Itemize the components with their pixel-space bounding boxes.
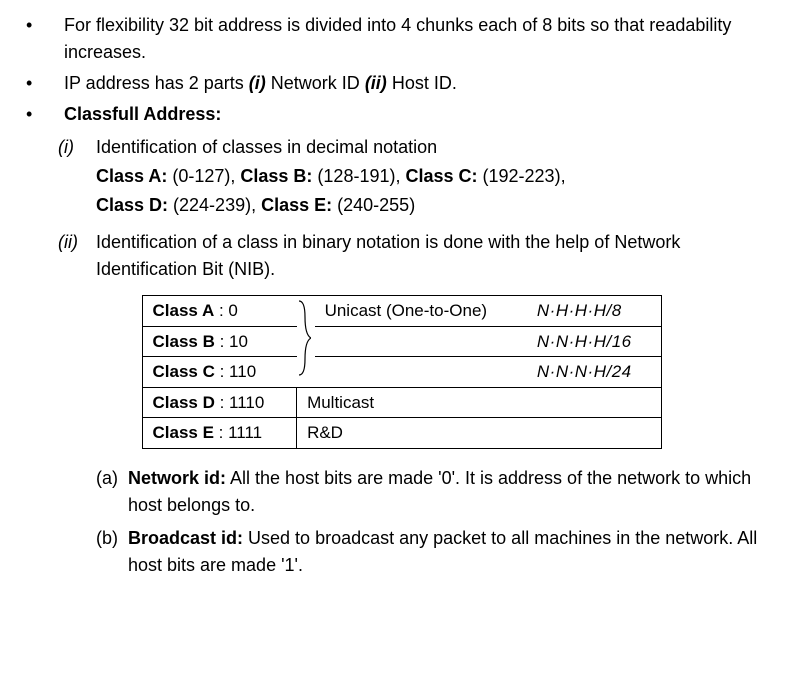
- class-ranges-line: Class A: (0-127), Class B: (128-191), Cl…: [96, 163, 783, 190]
- class-label: Class C:: [405, 166, 477, 186]
- bullet-text: For flexibility 32 bit address is divide…: [64, 12, 783, 66]
- alpha-text: Network id: All the host bits are made '…: [128, 465, 783, 519]
- class-range: (192-223),: [478, 166, 566, 186]
- class-table: Class A : 0 Unicast (One-to-One) N·H·H·H…: [142, 295, 662, 449]
- alpha-label: Broadcast id:: [128, 528, 243, 548]
- table-row: Class C : 110 N·N·N·H/24: [142, 357, 661, 388]
- bullet-item: • Classfull Address:: [20, 101, 783, 128]
- type-cell: [315, 326, 527, 357]
- text: Host ID.: [387, 73, 457, 93]
- bullet-marker: •: [20, 70, 64, 97]
- alpha-item: (a) Network id: All the host bits are ma…: [96, 465, 783, 519]
- bullet-marker: •: [20, 101, 64, 128]
- bullet-item: • IP address has 2 parts (i) Network ID …: [20, 70, 783, 97]
- mask-cell: N·H·H·H/8: [527, 296, 661, 327]
- alpha-item: (b) Broadcast id: Used to broadcast any …: [96, 525, 783, 579]
- table-row: Class A : 0 Unicast (One-to-One) N·H·H·H…: [142, 296, 661, 327]
- class-range: (240-255): [332, 195, 415, 215]
- bullet-text-heading: Classfull Address:: [64, 101, 783, 128]
- alpha-text: Broadcast id: Used to broadcast any pack…: [128, 525, 783, 579]
- class-cell: Class C : 110: [142, 357, 297, 388]
- text: IP address has 2 parts: [64, 73, 249, 93]
- class-ranges-line: Class D: (224-239), Class E: (240-255): [96, 192, 783, 219]
- bullet-item: • For flexibility 32 bit address is divi…: [20, 12, 783, 66]
- roman-marker: (ii): [58, 229, 96, 283]
- class-label: Class B:: [240, 166, 312, 186]
- type-cell: Unicast (One-to-One): [315, 296, 527, 327]
- roman-text: Identification of classes in decimal not…: [96, 134, 783, 161]
- type-cell: Multicast: [297, 387, 661, 418]
- type-cell: R&D: [297, 418, 661, 449]
- class-range: (128-191),: [312, 166, 405, 186]
- class-label: Class A:: [96, 166, 167, 186]
- mask-cell: N·N·N·H/24: [527, 357, 661, 388]
- class-label: Class E:: [261, 195, 332, 215]
- class-cell: Class A : 0: [142, 296, 297, 327]
- class-range: (224-239),: [168, 195, 261, 215]
- table-row: Class E : 1111 R&D: [142, 418, 661, 449]
- roman-inline: (ii): [365, 73, 387, 93]
- alpha-marker: (a): [96, 465, 128, 519]
- alpha-label: Network id:: [128, 468, 226, 488]
- type-cell: [315, 357, 527, 388]
- alpha-marker: (b): [96, 525, 128, 579]
- table-row: Class B : 10 N·N·H·H/16: [142, 326, 661, 357]
- roman-text: Identification of a class in binary nota…: [96, 229, 783, 283]
- roman-marker: (i): [58, 134, 96, 161]
- bullet-marker: •: [20, 12, 64, 66]
- class-range: (0-127),: [167, 166, 240, 186]
- class-label: Class D:: [96, 195, 168, 215]
- mask-cell: N·N·H·H/16: [527, 326, 661, 357]
- table-row: Class D : 1110 Multicast: [142, 387, 661, 418]
- curly-brace-icon: [297, 299, 311, 377]
- text: Network ID: [266, 73, 365, 93]
- class-cell: Class E : 1111: [142, 418, 297, 449]
- class-cell: Class D : 1110: [142, 387, 297, 418]
- roman-item: (ii) Identification of a class in binary…: [58, 229, 783, 283]
- roman-inline: (i): [249, 73, 266, 93]
- bullet-text: IP address has 2 parts (i) Network ID (i…: [64, 70, 783, 97]
- roman-item: (i) Identification of classes in decimal…: [58, 134, 783, 161]
- class-cell: Class B : 10: [142, 326, 297, 357]
- brace-cell: [297, 296, 315, 388]
